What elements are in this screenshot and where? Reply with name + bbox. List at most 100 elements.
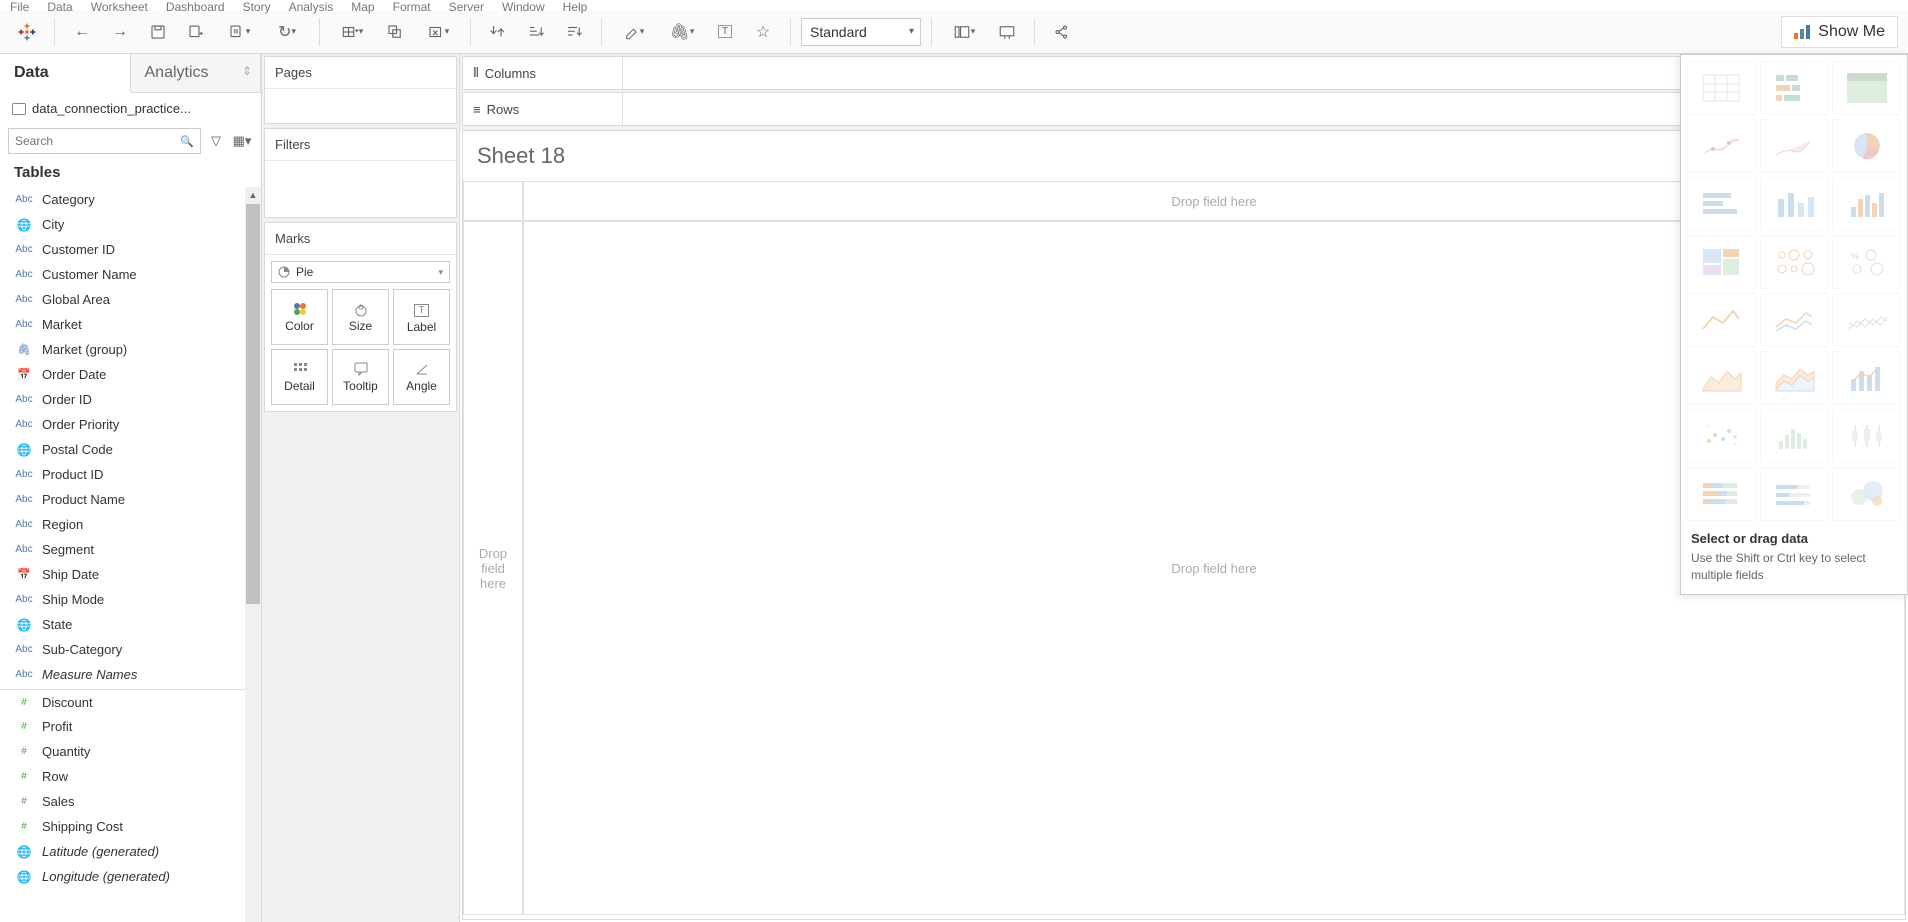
show-me-chart-20[interactable] (1832, 409, 1901, 463)
duplicate-button[interactable] (378, 17, 412, 47)
field-postal-code[interactable]: Postal Code (0, 437, 261, 462)
field-measure-names[interactable]: AbcMeasure Names (0, 662, 261, 687)
field-customer-id[interactable]: AbcCustomer ID (0, 237, 261, 262)
field-state[interactable]: State (0, 612, 261, 637)
menu-worksheet[interactable]: Worksheet (91, 0, 148, 14)
marks-detail[interactable]: Detail (271, 349, 328, 405)
swap-button[interactable] (481, 17, 515, 47)
menu-dashboard[interactable]: Dashboard (166, 0, 225, 14)
field-shipping-cost[interactable]: #Shipping Cost (0, 814, 261, 839)
field-category[interactable]: AbcCategory (0, 187, 261, 212)
field-product-id[interactable]: AbcProduct ID (0, 462, 261, 487)
menu-file[interactable]: File (10, 0, 29, 14)
menu-server[interactable]: Server (449, 0, 484, 14)
presentation-mode-button[interactable] (990, 17, 1024, 47)
marks-size[interactable]: Size (332, 289, 389, 345)
sort-asc-button[interactable] (519, 17, 553, 47)
undo-button[interactable]: ← (65, 17, 99, 47)
field-sub-category[interactable]: AbcSub-Category (0, 637, 261, 662)
show-me-chart-6[interactable] (1687, 177, 1756, 231)
marks-angle[interactable]: Angle (393, 349, 450, 405)
show-me-chart-12[interactable] (1687, 293, 1756, 347)
field-global-area[interactable]: AbcGlobal Area (0, 287, 261, 312)
show-me-button[interactable]: Show Me (1781, 16, 1898, 48)
show-me-chart-2[interactable] (1832, 61, 1901, 115)
search-input[interactable] (8, 128, 201, 154)
menu-map[interactable]: Map (351, 0, 374, 14)
show-me-chart-5[interactable] (1832, 119, 1901, 173)
field-latitude-generated-[interactable]: Latitude (generated) (0, 839, 261, 864)
field-discount[interactable]: #Discount (0, 689, 261, 714)
filter-icon[interactable]: ▽ (205, 130, 227, 152)
tab-data[interactable]: Data (0, 54, 131, 93)
show-mark-labels-button[interactable]: T (708, 17, 742, 47)
field-profit[interactable]: #Profit (0, 714, 261, 739)
show-me-chart-23[interactable] (1832, 467, 1901, 521)
scrollbar-thumb[interactable] (246, 204, 260, 604)
show-me-chart-18[interactable]: ++ (1687, 409, 1756, 463)
menu-format[interactable]: Format (393, 0, 431, 14)
filters-shelf[interactable]: Filters (264, 128, 457, 218)
show-me-chart-15[interactable] (1687, 351, 1756, 405)
show-me-chart-14[interactable] (1832, 293, 1901, 347)
show-hide-cards-button[interactable]: ▾ (942, 17, 986, 47)
tab-analytics[interactable]: Analytics (131, 54, 262, 92)
menu-help[interactable]: Help (563, 0, 588, 14)
show-me-chart-17[interactable] (1832, 351, 1901, 405)
show-me-chart-0[interactable] (1687, 61, 1756, 115)
menu-data[interactable]: Data (47, 0, 72, 14)
redo-button[interactable]: → (103, 17, 137, 47)
show-me-chart-1[interactable] (1760, 61, 1829, 115)
menu-analysis[interactable]: Analysis (289, 0, 334, 14)
field-sales[interactable]: #Sales (0, 789, 261, 814)
fit-select[interactable]: Standard (801, 18, 921, 46)
scrollbar[interactable]: ▲ (245, 187, 261, 922)
drop-rows-zone[interactable]: Drop field here (463, 221, 523, 915)
field-market[interactable]: AbcMarket (0, 312, 261, 337)
field-row[interactable]: #Row (0, 764, 261, 789)
field-order-date[interactable]: Order Date (0, 362, 261, 387)
mark-type-select[interactable]: Pie (271, 261, 450, 283)
tableau-logo-icon[interactable] (10, 17, 44, 47)
field-ship-mode[interactable]: AbcShip Mode (0, 587, 261, 612)
show-me-chart-21[interactable] (1687, 467, 1756, 521)
menu-window[interactable]: Window (502, 0, 545, 14)
pin-button[interactable]: ☆ (746, 17, 780, 47)
show-me-chart-9[interactable] (1687, 235, 1756, 289)
view-options-icon[interactable]: ▦▾ (231, 130, 253, 152)
field-list[interactable]: AbcCategoryCityAbcCustomer IDAbcCustomer… (0, 187, 261, 922)
field-customer-name[interactable]: AbcCustomer Name (0, 262, 261, 287)
show-me-chart-3[interactable] (1687, 119, 1756, 173)
show-me-chart-7[interactable] (1760, 177, 1829, 231)
marks-color[interactable]: Color (271, 289, 328, 345)
clear-button[interactable]: ▾ (416, 17, 460, 47)
new-worksheet-button[interactable]: ▾ (330, 17, 374, 47)
pages-shelf[interactable]: Pages (264, 56, 457, 124)
show-me-chart-8[interactable] (1832, 177, 1901, 231)
show-me-chart-13[interactable] (1760, 293, 1829, 347)
highlight-button[interactable]: ▾ (612, 17, 656, 47)
field-segment[interactable]: AbcSegment (0, 537, 261, 562)
field-product-name[interactable]: AbcProduct Name (0, 487, 261, 512)
field-region[interactable]: AbcRegion (0, 512, 261, 537)
show-me-chart-19[interactable] (1760, 409, 1829, 463)
field-order-priority[interactable]: AbcOrder Priority (0, 412, 261, 437)
show-me-chart-10[interactable] (1760, 235, 1829, 289)
sort-desc-button[interactable] (557, 17, 591, 47)
marks-label[interactable]: TLabel (393, 289, 450, 345)
show-me-chart-16[interactable] (1760, 351, 1829, 405)
pause-auto-updates-button[interactable]: ▾ (217, 17, 261, 47)
field-market-group-[interactable]: Market (group) (0, 337, 261, 362)
field-quantity[interactable]: #Quantity (0, 739, 261, 764)
data-source-item[interactable]: data_connection_practice... (0, 93, 261, 124)
marks-tooltip[interactable]: Tooltip (332, 349, 389, 405)
show-me-chart-4[interactable] (1760, 119, 1829, 173)
refresh-button[interactable]: ↻ ▾ (265, 17, 309, 47)
save-button[interactable] (141, 17, 175, 47)
field-order-id[interactable]: AbcOrder ID (0, 387, 261, 412)
share-button[interactable] (1045, 17, 1079, 47)
field-city[interactable]: City (0, 212, 261, 237)
group-button[interactable]: 🖇 ▾ (660, 17, 704, 47)
new-data-source-button[interactable] (179, 17, 213, 47)
show-me-chart-22[interactable] (1760, 467, 1829, 521)
